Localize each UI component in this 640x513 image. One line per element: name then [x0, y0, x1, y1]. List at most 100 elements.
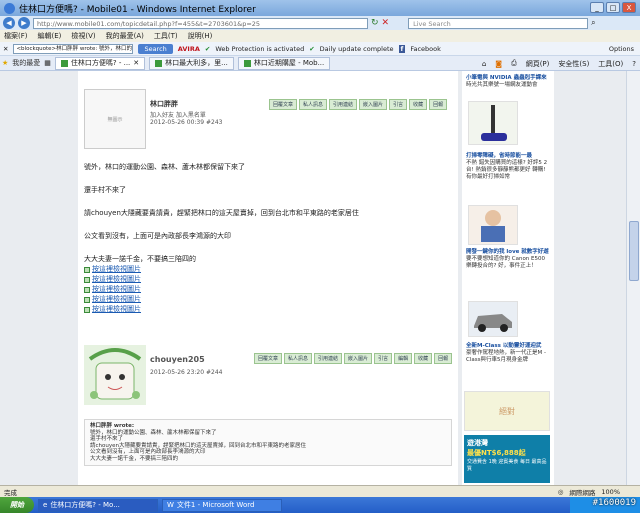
- toolbar-close-icon[interactable]: ✕: [3, 45, 8, 53]
- maximize-button[interactable]: □: [606, 2, 620, 13]
- pm-button[interactable]: 私人訊息: [299, 99, 328, 110]
- ad-item[interactable]: 打掃零障礙，省時節能一最 不熱 錯失因購買的這樣? 好評5 2台! 熱銷很多靜靜…: [466, 153, 552, 181]
- car-image[interactable]: [468, 301, 518, 337]
- quote-button[interactable]: 引言: [389, 99, 408, 110]
- refresh-icon[interactable]: ↻: [371, 18, 379, 28]
- word-icon: W: [167, 501, 174, 509]
- post-username[interactable]: chouyen205: [150, 355, 205, 364]
- avatar: 無圖示: [84, 89, 146, 149]
- vertical-scrollbar[interactable]: [626, 71, 640, 485]
- view-image-link[interactable]: 按這裡檢視圖片: [92, 285, 141, 294]
- ad-desc: 要不要想知道你的 Canon E500 樂轉投合的? 好，事件正上！: [466, 256, 546, 269]
- banner-ad[interactable]: 絕對: [464, 391, 550, 431]
- menu-help[interactable]: 說明(H): [188, 31, 213, 41]
- forward-arrow-icon[interactable]: ▶: [18, 17, 30, 29]
- bookmark-button[interactable]: 收藏: [414, 353, 433, 364]
- check-icon: ✔: [309, 44, 315, 53]
- window-title: 住林口方便嗎? - Mobile01 - Windows Internet Ex…: [19, 4, 256, 15]
- post-user-links[interactable]: 加入好友 加入黑名單: [150, 110, 206, 119]
- favorites-button[interactable]: 我的最愛: [12, 58, 40, 68]
- print-icon[interactable]: ⎙: [511, 59, 517, 68]
- report-button[interactable]: 回報: [429, 99, 448, 110]
- tab-3[interactable]: 林口近期購屋 - Mob...: [237, 56, 331, 70]
- vacuum-image[interactable]: [468, 101, 518, 145]
- options-button[interactable]: Options: [609, 45, 634, 53]
- close-icon[interactable]: ✕: [133, 57, 139, 69]
- address-input[interactable]: http://www.mobile01.com/topicdetail.php?…: [33, 17, 368, 29]
- page-menu[interactable]: 網頁(P): [526, 59, 550, 69]
- status-text: 完成: [4, 488, 17, 497]
- ad-item[interactable]: 開發一鍵你的我 love 就數字好遊 要不要想知道你的 Canon E500 樂…: [466, 249, 552, 270]
- ad-desc: 不熱 錯失因購買的這樣? 好評5 2台! 熱銷很多靜靜熊都更好 轉購! 有你最好…: [466, 160, 548, 180]
- view-image-link[interactable]: 按這裡檢視圖片: [92, 305, 141, 314]
- facebook-button[interactable]: Facebook: [410, 45, 441, 53]
- taskbar-item-ie[interactable]: e 住林口方便嗎? - Mo...: [38, 498, 158, 512]
- avira-logo[interactable]: AVIRA: [178, 45, 200, 53]
- quote-link-button[interactable]: 引用連結: [314, 353, 343, 364]
- bookmark-button[interactable]: 收藏: [409, 99, 428, 110]
- ie-icon: e: [43, 501, 48, 509]
- embed-image-button[interactable]: 嵌入圖片: [359, 99, 388, 110]
- live-search-input[interactable]: Live Search: [408, 17, 589, 29]
- post-paragraph: 號外，林口的運動公園、森林、蘆木林都保留下來了: [84, 163, 245, 171]
- status-bar: 完成 ◎ 網際網路 100%: [0, 485, 640, 497]
- stop-icon[interactable]: ✕: [382, 18, 390, 28]
- image-icon: [84, 266, 90, 273]
- vacuum-icon: [481, 105, 507, 141]
- tab-1[interactable]: 住林口方便嗎? - ... ✕: [54, 56, 146, 70]
- toolbar-search-button[interactable]: Search: [138, 43, 173, 54]
- minimize-button[interactable]: _: [590, 2, 604, 13]
- menu-view[interactable]: 檢視(V): [71, 31, 95, 41]
- embed-image-button[interactable]: 嵌入圖片: [344, 353, 373, 364]
- search-icon[interactable]: ⌕: [591, 18, 595, 28]
- site-icon: [155, 59, 163, 67]
- scrollbar-thumb[interactable]: [629, 221, 639, 281]
- menu-file[interactable]: 檔案(F): [4, 31, 28, 41]
- tab-list-icon[interactable]: ▦: [44, 59, 51, 67]
- person-image[interactable]: [468, 205, 518, 245]
- list-item: 按這裡檢視圖片: [84, 285, 449, 294]
- zoom-level[interactable]: 100%: [601, 488, 620, 496]
- facebook-icon: f: [398, 44, 406, 53]
- close-button[interactable]: X: [622, 2, 636, 13]
- reply-button[interactable]: 回覆文章: [269, 99, 298, 110]
- ad-item[interactable]: 全新M-Class 以動靈好運迎武 豪奢作駕程地熱，新一代正是M -Class與…: [466, 343, 552, 364]
- safety-menu[interactable]: 安全性(S): [558, 59, 589, 69]
- tab-2[interactable]: 林口最大利多，里...: [149, 56, 234, 70]
- favorites-star-icon[interactable]: ★: [2, 59, 8, 67]
- addon-toolbar: ✕ <blockquote>林口胖胖 wrote: 號外，林口的運動 Searc…: [0, 42, 640, 56]
- quote-link-button[interactable]: 引用連結: [329, 99, 358, 110]
- pm-button[interactable]: 私人訊息: [284, 353, 313, 364]
- edit-button[interactable]: 編輯: [394, 353, 413, 364]
- avatar-placeholder-text: 無圖示: [107, 116, 123, 123]
- report-button[interactable]: 回報: [434, 353, 453, 364]
- back-arrow-icon[interactable]: ◀: [3, 17, 15, 29]
- ad-item[interactable]: 小筆電與 NVIDIA 蟲蟲剋手課來 時光共其樂號一場網友運動會: [466, 75, 552, 89]
- quote-button[interactable]: 引言: [374, 353, 393, 364]
- site-icon: [243, 59, 251, 67]
- daily-update-status: Daily update complete: [319, 44, 394, 53]
- feeds-icon[interactable]: ◙: [495, 60, 502, 68]
- start-button[interactable]: 開始: [0, 497, 34, 513]
- home-icon[interactable]: ⌂: [482, 60, 486, 68]
- address-toolbar: ◀ ▶ http://www.mobile01.com/topicdetail.…: [0, 16, 640, 30]
- menu-edit[interactable]: 編輯(E): [38, 31, 62, 41]
- tools-menu[interactable]: 工具(O): [598, 59, 623, 69]
- menu-tools[interactable]: 工具(T): [154, 31, 178, 41]
- taskbar-item-word[interactable]: W 文件1 - Microsoft Word: [162, 498, 282, 512]
- travel-ad[interactable]: 遊港灣 最優NT$6,888起 交通費含 1晚 迎賓美食 每日 最高品質: [464, 435, 550, 483]
- post-body: 號外，林口的運動公園、森林、蘆木林都保留下來了 還手村不來了 請chouyen大…: [84, 163, 449, 315]
- post-username[interactable]: 林口胖胖: [150, 99, 178, 109]
- watermark: #1600019: [592, 498, 636, 508]
- check-icon: ✔: [204, 44, 211, 53]
- task-label: 住林口方便嗎? - Mo...: [50, 501, 120, 509]
- help-icon[interactable]: ?: [632, 60, 636, 68]
- toolbar-search-input[interactable]: <blockquote>林口胖胖 wrote: 號外，林口的運動: [13, 43, 134, 54]
- view-image-link[interactable]: 按這裡檢視圖片: [92, 275, 141, 284]
- view-image-link[interactable]: 按這裡檢視圖片: [92, 265, 141, 274]
- post-timestamp: 2012-05-26 23:20 #244: [150, 369, 223, 376]
- reply-button[interactable]: 回覆文章: [254, 353, 283, 364]
- view-image-link[interactable]: 按這裡檢視圖片: [92, 295, 141, 304]
- menu-favorites[interactable]: 我的最愛(A): [106, 31, 144, 41]
- zone-label: 網際網路: [569, 488, 596, 497]
